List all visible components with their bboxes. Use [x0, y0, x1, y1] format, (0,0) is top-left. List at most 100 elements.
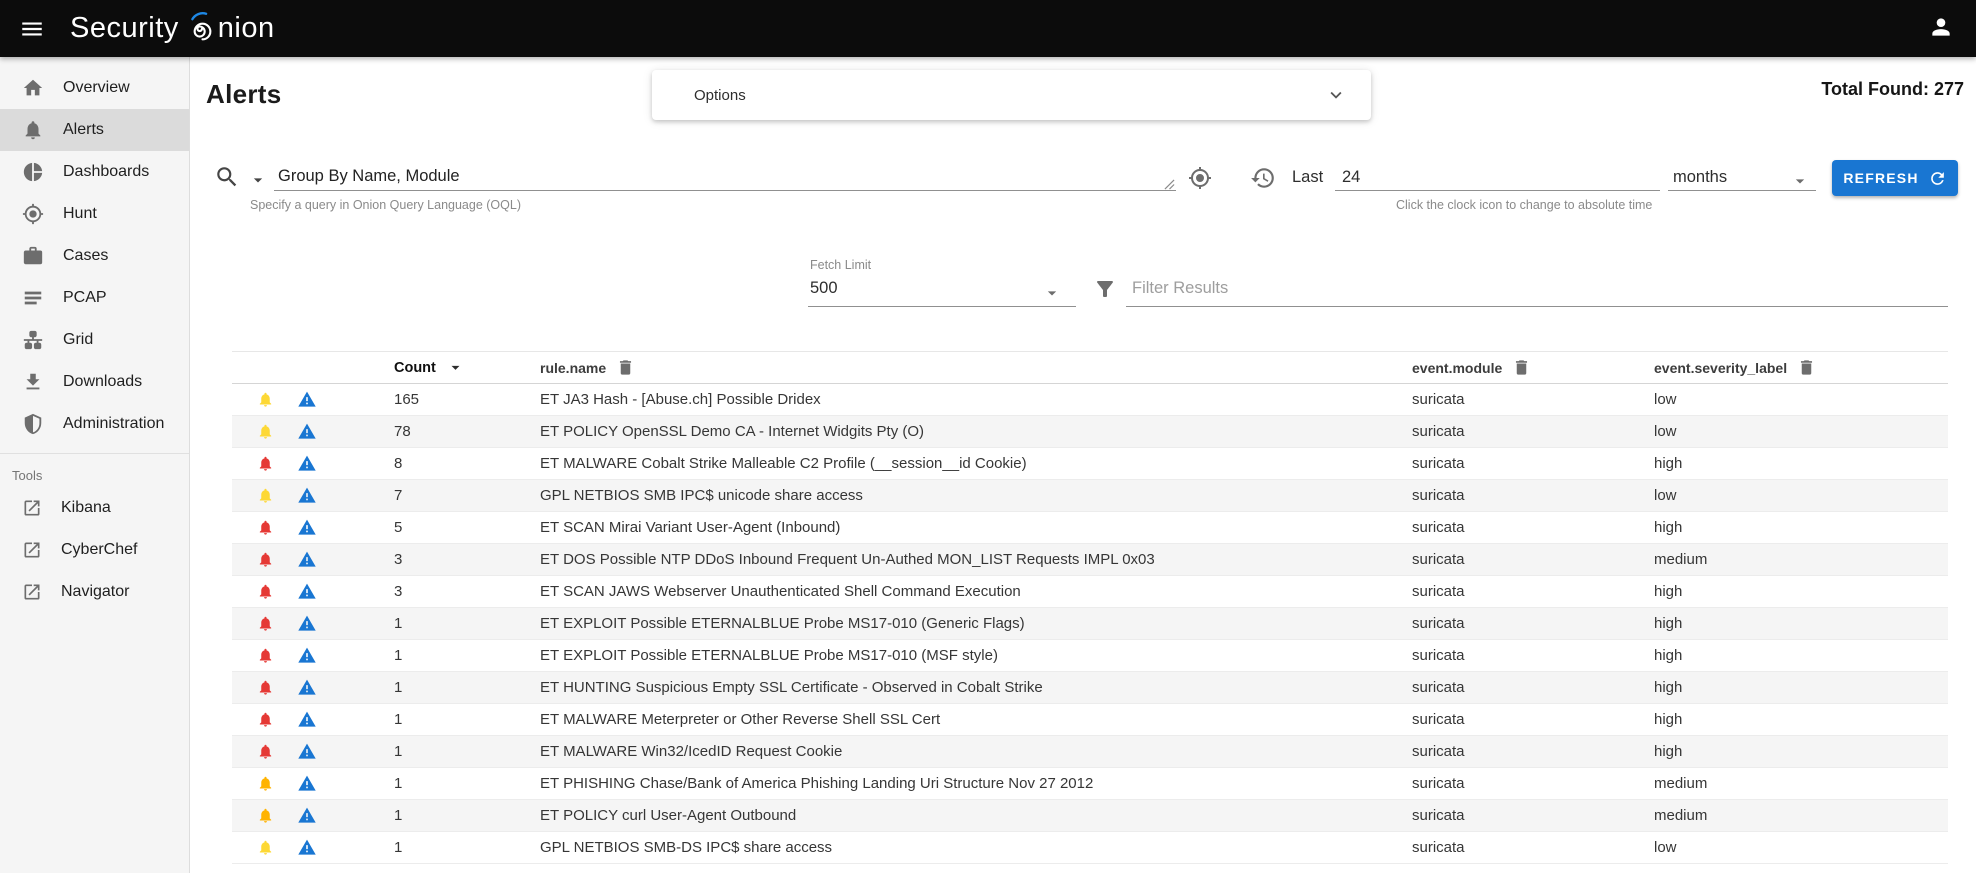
sidebar-tool-navigator[interactable]: Navigator	[0, 571, 189, 613]
severity-bell-icon[interactable]	[257, 455, 274, 472]
sidebar-item-grid[interactable]: Grid	[0, 319, 189, 361]
alert-count: 1	[380, 647, 524, 664]
fetch-limit-label: Fetch Limit	[810, 258, 871, 272]
table-row[interactable]: 1ET PHISHING Chase/Bank of America Phish…	[232, 768, 1948, 800]
alert-info-triangle-icon[interactable]	[297, 838, 317, 857]
column-header-severity-label[interactable]: event.severity_label	[1638, 358, 1948, 377]
briefcase-icon	[22, 245, 44, 267]
query-input[interactable]: Group By Name, Module	[278, 167, 460, 186]
alert-info-triangle-icon[interactable]	[297, 518, 317, 537]
remove-column-icon[interactable]	[1797, 358, 1816, 377]
alert-info-triangle-icon[interactable]	[297, 454, 317, 473]
severity-bell-icon[interactable]	[257, 423, 274, 440]
fetch-limit-select[interactable]: 500	[810, 279, 838, 298]
severity-bell-icon[interactable]	[257, 807, 274, 824]
sidebar-item-cases[interactable]: Cases	[0, 235, 189, 277]
alert-rule-name: ET EXPLOIT Possible ETERNALBLUE Probe MS…	[524, 615, 1396, 632]
sidebar-item-alerts[interactable]: Alerts	[0, 109, 189, 151]
time-unit-select[interactable]: months	[1673, 168, 1727, 187]
alert-module: suricata	[1396, 647, 1638, 664]
sidebar-item-hunt[interactable]: Hunt	[0, 193, 189, 235]
alert-info-triangle-icon[interactable]	[297, 678, 317, 697]
refresh-button[interactable]: REFRESH	[1832, 160, 1958, 196]
search-icon[interactable]	[214, 164, 240, 190]
sidebar-tool-kibana[interactable]: Kibana	[0, 487, 189, 529]
query-caret-icon[interactable]	[248, 170, 268, 190]
sidebar-item-label: Downloads	[63, 373, 142, 391]
time-value-input[interactable]: 24	[1342, 168, 1360, 187]
alert-rule-name: GPL NETBIOS SMB IPC$ unicode share acces…	[524, 487, 1396, 504]
severity-bell-icon[interactable]	[257, 615, 274, 632]
alert-count: 165	[380, 391, 524, 408]
alert-info-triangle-icon[interactable]	[297, 742, 317, 761]
table-row[interactable]: 1ET MALWARE Win32/IcedID Request Cookies…	[232, 736, 1948, 768]
alert-info-triangle-icon[interactable]	[297, 486, 317, 505]
column-header-count[interactable]: Count	[380, 358, 524, 377]
resize-handle-icon[interactable]	[1164, 179, 1175, 190]
column-header-rule-name[interactable]: rule.name	[524, 358, 1396, 377]
severity-bell-icon[interactable]	[257, 743, 274, 760]
sidebar-item-dashboards[interactable]: Dashboards	[0, 151, 189, 193]
table-row[interactable]: 165ET JA3 Hash - [Abuse.ch] Possible Dri…	[232, 384, 1948, 416]
alert-info-triangle-icon[interactable]	[297, 646, 317, 665]
table-row[interactable]: 3ET SCAN JAWS Webserver Unauthenticated …	[232, 576, 1948, 608]
sort-descending-icon[interactable]	[446, 358, 465, 377]
fetch-limit-caret-icon[interactable]	[1042, 283, 1062, 303]
row-quick-actions	[232, 806, 380, 825]
sidebar-item-downloads[interactable]: Downloads	[0, 361, 189, 403]
top-bar: Security nion	[0, 0, 1976, 57]
table-row[interactable]: 1ET EXPLOIT Possible ETERNALBLUE Probe M…	[232, 608, 1948, 640]
alert-info-triangle-icon[interactable]	[297, 614, 317, 633]
menu-icon[interactable]	[18, 15, 46, 43]
column-header-event-module[interactable]: event.module	[1396, 358, 1638, 377]
sidebar-item-pcap[interactable]: PCAP	[0, 277, 189, 319]
logo-text-suffix: nion	[218, 12, 275, 45]
alert-info-triangle-icon[interactable]	[297, 550, 317, 569]
severity-bell-icon[interactable]	[257, 679, 274, 696]
table-row[interactable]: 5ET SCAN Mirai Variant User-Agent (Inbou…	[232, 512, 1948, 544]
table-row[interactable]: 1ET EXPLOIT Possible ETERNALBLUE Probe M…	[232, 640, 1948, 672]
alert-info-triangle-icon[interactable]	[297, 774, 317, 793]
severity-bell-icon[interactable]	[257, 583, 274, 600]
remove-column-icon[interactable]	[616, 358, 635, 377]
alert-info-triangle-icon[interactable]	[297, 806, 317, 825]
unit-caret-icon[interactable]	[1790, 171, 1810, 191]
table-row[interactable]: 1ET POLICY curl User-Agent Outboundsuric…	[232, 800, 1948, 832]
sidebar-tool-cyberchef[interactable]: CyberChef	[0, 529, 189, 571]
time-history-icon[interactable]	[1250, 165, 1276, 191]
severity-bell-icon[interactable]	[257, 519, 274, 536]
sidebar-item-overview[interactable]: Overview	[0, 67, 189, 109]
filter-funnel-icon	[1093, 277, 1117, 301]
sidebar-item-administration[interactable]: Administration	[0, 403, 189, 445]
account-icon[interactable]	[1928, 14, 1958, 44]
alert-info-triangle-icon[interactable]	[297, 710, 317, 729]
severity-bell-icon[interactable]	[257, 551, 274, 568]
alert-info-triangle-icon[interactable]	[297, 422, 317, 441]
sidebar-item-label: Administration	[63, 415, 164, 433]
remove-column-icon[interactable]	[1512, 358, 1531, 377]
table-row[interactable]: 1GPL NETBIOS SMB-DS IPC$ share accesssur…	[232, 832, 1948, 864]
severity-bell-icon[interactable]	[257, 487, 274, 504]
download-icon	[22, 371, 44, 393]
total-found-label: Total Found: 277	[1821, 79, 1964, 100]
table-row[interactable]: 7GPL NETBIOS SMB IPC$ unicode share acce…	[232, 480, 1948, 512]
table-row[interactable]: 1ET MALWARE Meterpreter or Other Reverse…	[232, 704, 1948, 736]
filter-results-input[interactable]: Filter Results	[1132, 279, 1228, 298]
crosshair-actions-icon[interactable]	[1188, 166, 1212, 190]
alert-info-triangle-icon[interactable]	[297, 582, 317, 601]
table-row[interactable]: 78ET POLICY OpenSSL Demo CA - Internet W…	[232, 416, 1948, 448]
table-row[interactable]: 3ET DOS Possible NTP DDoS Inbound Freque…	[232, 544, 1948, 576]
severity-bell-icon[interactable]	[257, 711, 274, 728]
row-quick-actions	[232, 422, 380, 441]
alert-severity: high	[1638, 583, 1948, 600]
severity-bell-icon[interactable]	[257, 775, 274, 792]
severity-bell-icon[interactable]	[257, 839, 274, 856]
options-dropdown[interactable]: Options	[652, 70, 1371, 120]
severity-bell-icon[interactable]	[257, 391, 274, 408]
table-row[interactable]: 1ET HUNTING Suspicious Empty SSL Certifi…	[232, 672, 1948, 704]
table-row[interactable]: 8ET MALWARE Cobalt Strike Malleable C2 P…	[232, 448, 1948, 480]
severity-bell-icon[interactable]	[257, 647, 274, 664]
alerts-table: Count rule.name event.module event.sever…	[232, 351, 1948, 864]
alert-count: 3	[380, 583, 524, 600]
alert-info-triangle-icon[interactable]	[297, 390, 317, 409]
